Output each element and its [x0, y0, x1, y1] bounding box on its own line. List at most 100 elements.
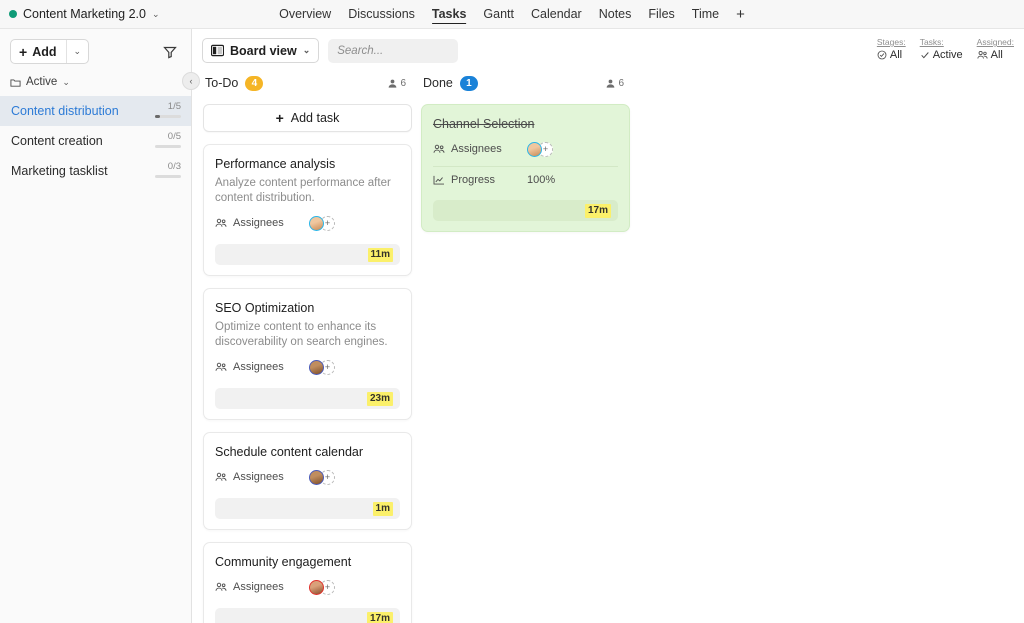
task-card[interactable]: Schedule content calendar Assignees + 1m: [203, 432, 412, 530]
people-icon: [215, 472, 227, 481]
project-status-dot: [9, 10, 17, 18]
tab-time[interactable]: Time: [692, 5, 719, 23]
task-time-bar[interactable]: 1m: [215, 498, 400, 519]
project-title: Content Marketing 2.0: [23, 7, 146, 21]
progress-fraction: 1/5: [167, 101, 181, 112]
main-nav: Overview Discussions Tasks Gantt Calenda…: [279, 5, 745, 24]
column-title: To-Do: [205, 76, 239, 90]
filter-assigned-text: All: [990, 49, 1003, 61]
task-time-bar[interactable]: 11m: [215, 244, 400, 265]
task-card[interactable]: Performance analysis Analyze content per…: [203, 144, 412, 276]
plus-icon: +: [19, 43, 28, 60]
sidebar: + Add ⌄ Active ⌄ Content distribution 1/…: [0, 29, 200, 623]
progress-fraction: 0/5: [167, 131, 181, 142]
column-count-badge: 1: [459, 75, 478, 91]
column-header: Done 1 6: [421, 72, 630, 94]
people-icon: [215, 218, 227, 227]
assignee-avatars: +: [527, 141, 553, 157]
time-badge: 1m: [372, 501, 393, 516]
progress-label-group: Progress: [433, 174, 519, 186]
filter-tasks[interactable]: Tasks: Active: [920, 36, 963, 62]
task-assignees-row: Assignees +: [215, 210, 400, 236]
time-badge: 17m: [366, 611, 393, 623]
avatar[interactable]: [527, 141, 542, 157]
add-task-button[interactable]: + Add task: [203, 104, 412, 132]
view-selector-button[interactable]: Board view ⌄: [202, 38, 320, 63]
sidebar-item-progress: 0/3: [155, 156, 181, 178]
filter-icon[interactable]: [163, 45, 179, 59]
sidebar-item-marketing-tasklist[interactable]: Marketing tasklist 0/3: [0, 156, 191, 186]
task-assignees-row: Assignees +: [215, 354, 400, 380]
task-assignees-row: Assignees +: [215, 464, 400, 490]
task-title: Channel Selection: [433, 117, 535, 131]
sidebar-item-content-distribution[interactable]: Content distribution 1/5: [0, 96, 191, 126]
tab-files[interactable]: Files: [648, 5, 674, 23]
person-icon: [389, 79, 397, 88]
progress-bar: [155, 145, 181, 148]
filter-stages-value: All: [877, 48, 902, 62]
time-badge: 11m: [367, 247, 393, 262]
chevron-down-icon: ⌄: [73, 46, 82, 56]
search-input[interactable]: [328, 38, 459, 63]
avatar[interactable]: [309, 215, 324, 231]
assignees-label-group: Assignees: [433, 143, 519, 155]
progress-fraction: 0/3: [167, 161, 181, 172]
add-task-label: Add task: [290, 111, 340, 125]
add-dropdown-button[interactable]: ⌄: [65, 40, 89, 63]
avatar[interactable]: [309, 359, 324, 375]
sidebar-toolbar: + Add ⌄: [0, 29, 191, 72]
chevron-down-icon[interactable]: ⌄: [152, 9, 160, 19]
filter-assigned[interactable]: Assigned: All: [977, 36, 1014, 62]
task-card[interactable]: Community engagement Assignees + 17m: [203, 542, 412, 623]
tab-tasks[interactable]: Tasks: [431, 5, 467, 24]
column-member-count: 6: [400, 77, 406, 89]
task-assignees-row: Assignees +: [433, 136, 618, 162]
tab-notes[interactable]: Notes: [599, 5, 632, 23]
chevron-down-icon: ⌄: [62, 76, 70, 87]
tab-overview[interactable]: Overview: [279, 5, 331, 23]
people-icon: [977, 51, 988, 59]
filter-stages-text: All: [889, 49, 903, 61]
task-time-bar[interactable]: 17m: [433, 200, 618, 221]
plus-icon: +: [275, 110, 284, 126]
assignees-label: Assignees: [451, 143, 502, 155]
add-button[interactable]: + Add: [11, 40, 65, 63]
kanban-board: To-Do 4 6 + Add task Performance analysi…: [192, 63, 1024, 623]
sidebar-item-progress: 0/5: [155, 126, 181, 148]
sidebar-collapse-button[interactable]: ‹: [182, 72, 200, 90]
assignees-label-group: Assignees: [215, 217, 301, 229]
sidebar-group-active[interactable]: Active ⌄: [0, 72, 191, 94]
filter-stages[interactable]: Stages: All: [877, 36, 906, 62]
assignees-label-group: Assignees: [215, 581, 301, 593]
project-selector[interactable]: Content Marketing 2.0 ⌄: [0, 7, 160, 21]
add-button-group[interactable]: + Add ⌄: [10, 39, 90, 64]
check-circle-icon: [877, 50, 887, 60]
tab-gantt[interactable]: Gantt: [483, 5, 514, 23]
view-selector-label: Board view: [230, 43, 297, 58]
task-card[interactable]: Channel Selection Assignees + Progress 1…: [421, 104, 630, 232]
sidebar-item-progress: 1/5: [155, 96, 181, 118]
task-progress-row: Progress 100%: [433, 166, 618, 192]
filter-tasks-text: Active: [932, 49, 963, 61]
people-icon: [433, 144, 445, 153]
progress-value: 100%: [527, 173, 556, 186]
column-title: Done: [423, 76, 453, 90]
sidebar-item-content-creation[interactable]: Content creation 0/5: [0, 126, 191, 156]
task-card[interactable]: SEO Optimization Optimize content to enh…: [203, 288, 412, 420]
chevron-left-icon: ‹: [189, 76, 193, 86]
task-time-bar[interactable]: 23m: [215, 388, 400, 409]
sidebar-item-label: Content distribution: [11, 104, 119, 118]
progress-bar: [155, 175, 181, 178]
task-description: Optimize content to enhance its discover…: [215, 321, 388, 348]
assignees-label: Assignees: [233, 581, 284, 593]
task-description: Analyze content performance after conten…: [215, 177, 391, 204]
tab-calendar[interactable]: Calendar: [531, 5, 582, 23]
add-tab-icon[interactable]: +: [736, 5, 745, 24]
tab-discussions[interactable]: Discussions: [348, 5, 415, 23]
chart-icon: [433, 175, 444, 185]
avatar[interactable]: [309, 579, 324, 595]
people-icon: [215, 582, 227, 591]
task-time-bar[interactable]: 17m: [215, 608, 400, 623]
chevron-down-icon: ⌄: [302, 45, 311, 55]
avatar[interactable]: [309, 469, 324, 485]
